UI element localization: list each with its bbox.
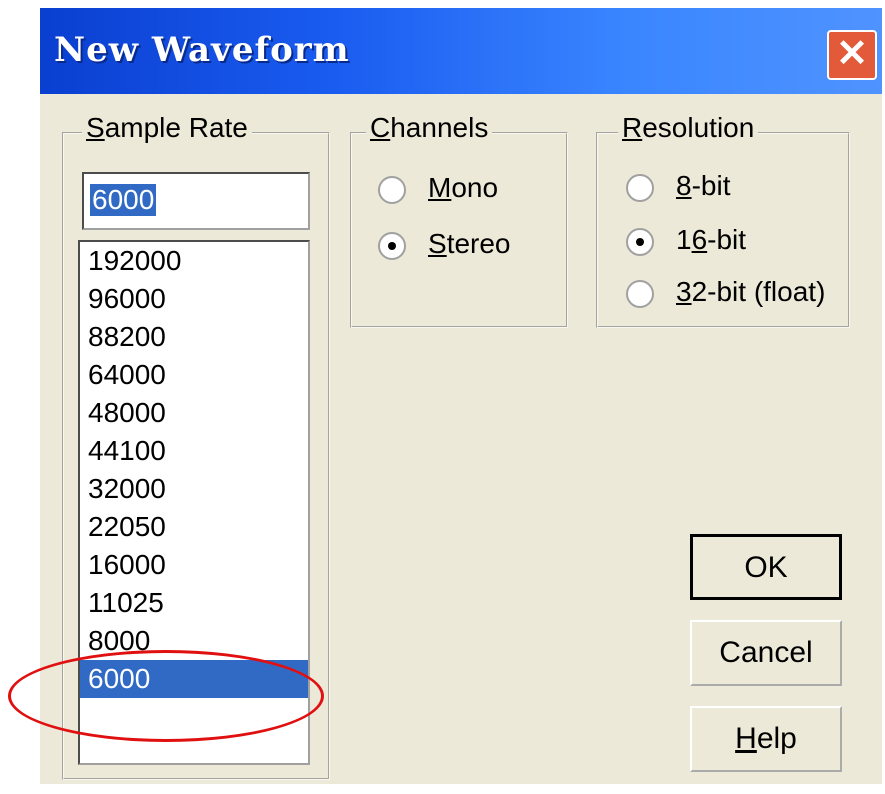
- radio-unchecked-icon: [626, 174, 654, 202]
- resolution-label: Resolution: [618, 112, 759, 144]
- list-item[interactable]: 32000: [80, 470, 308, 508]
- help-button[interactable]: Help: [690, 706, 842, 772]
- list-item[interactable]: 16000: [80, 546, 308, 584]
- list-item[interactable]: 192000: [80, 242, 308, 280]
- close-icon: ✕: [836, 33, 868, 75]
- ok-button[interactable]: OK: [690, 534, 842, 600]
- radio-unchecked-icon: [626, 280, 654, 308]
- radio-checked-icon: [626, 228, 654, 256]
- list-item[interactable]: 11025: [80, 584, 308, 622]
- list-item[interactable]: 22050: [80, 508, 308, 546]
- highlight-ellipse: [8, 650, 324, 742]
- sample-rate-input[interactable]: 6000: [82, 172, 310, 230]
- list-item[interactable]: 48000: [80, 394, 308, 432]
- title-bar[interactable]: New Waveform ✕: [40, 8, 882, 94]
- list-item[interactable]: 96000: [80, 280, 308, 318]
- cancel-button[interactable]: Cancel: [690, 620, 842, 686]
- sample-rate-input-value: 6000: [90, 184, 157, 216]
- close-button[interactable]: ✕: [827, 30, 877, 80]
- radio-unchecked-icon: [378, 176, 406, 204]
- radio-checked-icon: [378, 232, 406, 260]
- channels-label: Channels: [366, 112, 493, 144]
- window-title: New Waveform: [54, 30, 350, 70]
- list-item[interactable]: 44100: [80, 432, 308, 470]
- list-item[interactable]: 64000: [80, 356, 308, 394]
- sample-rate-label: Sample Rate: [82, 112, 252, 144]
- list-item[interactable]: 88200: [80, 318, 308, 356]
